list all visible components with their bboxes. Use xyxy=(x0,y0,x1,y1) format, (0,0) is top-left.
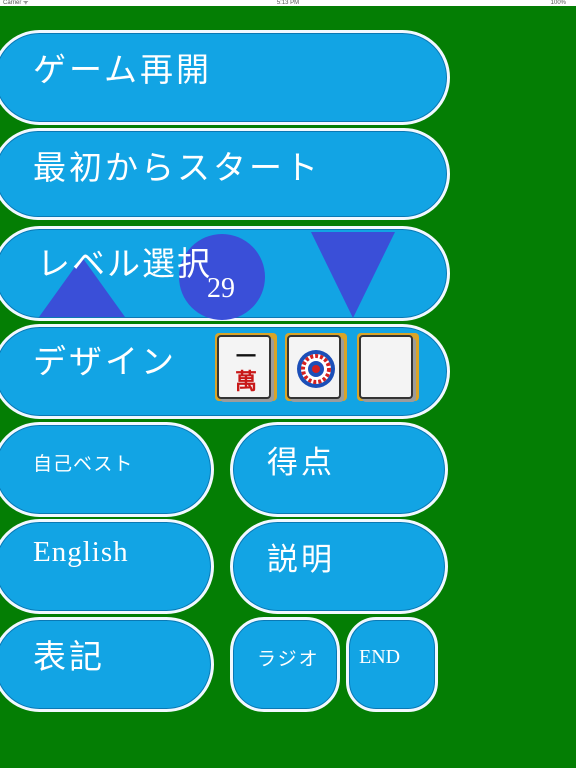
personal-best-label: 自己ベスト xyxy=(33,453,134,475)
design-label: デザイン xyxy=(33,342,177,381)
design-button[interactable]: デザイン 一 萬 xyxy=(0,324,450,419)
score-label: 得点 xyxy=(267,445,335,481)
battery-label: 100% xyxy=(550,0,566,6)
level-down-arrow-icon[interactable] xyxy=(311,232,395,318)
notation-label: 表記 xyxy=(33,637,105,676)
tile-top-char: 一 xyxy=(236,344,256,368)
english-button[interactable]: English xyxy=(0,519,214,614)
level-value: 29 xyxy=(207,273,235,304)
explanation-label: 説明 xyxy=(267,542,335,578)
restart-label: 最初からスタート xyxy=(33,148,321,187)
character-1-man-tile-icon[interactable]: 一 萬 xyxy=(215,333,277,401)
personal-best-button[interactable]: 自己ベスト xyxy=(0,422,214,517)
explanation-button[interactable]: 説明 xyxy=(230,519,448,614)
radio-label: ラジオ xyxy=(257,648,320,670)
resume-game-button[interactable]: ゲーム再開 xyxy=(0,30,450,125)
tile-bottom-char: 萬 xyxy=(235,369,257,395)
end-button[interactable]: END xyxy=(346,617,438,712)
level-select-panel: レベル選択 29 xyxy=(0,226,450,321)
white-dragon-tile-icon[interactable] xyxy=(357,333,419,401)
status-bar: Carrier ᯤ 5:13 PM 100% xyxy=(0,0,576,6)
resume-game-label: ゲーム再開 xyxy=(33,50,213,89)
english-label: English xyxy=(33,536,129,568)
restart-button[interactable]: 最初からスタート xyxy=(0,128,450,220)
end-label: END xyxy=(359,646,401,668)
status-time: 5:13 PM xyxy=(276,0,300,6)
level-select-label: レベル選択 xyxy=(37,244,212,283)
circle-1-pin-tile-icon[interactable] xyxy=(285,333,347,401)
radio-button[interactable]: ラジオ xyxy=(230,617,340,712)
score-button[interactable]: 得点 xyxy=(230,422,448,517)
notation-button[interactable]: 表記 xyxy=(0,617,214,712)
